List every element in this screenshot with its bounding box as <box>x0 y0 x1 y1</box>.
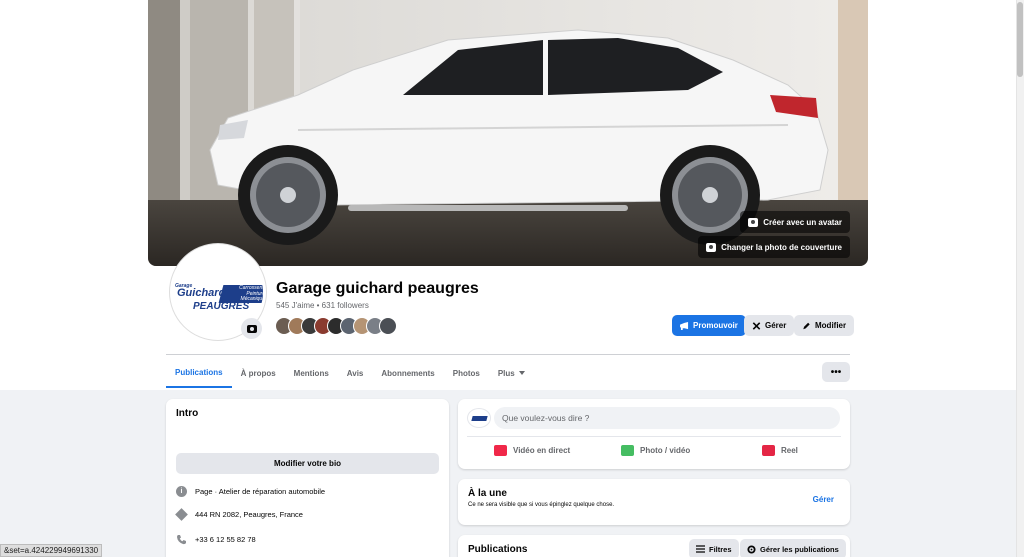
filters-button[interactable]: Filtres <box>689 539 739 557</box>
page-title: Garage guichard peaugres <box>276 280 479 297</box>
logo-guichard-text: Guichard <box>177 287 226 299</box>
featured-manage-link[interactable]: Gérer <box>813 495 834 504</box>
more-options-button[interactable]: ••• <box>822 362 850 382</box>
photo-video-label: Photo / vidéo <box>640 446 691 455</box>
featured-subtitle: Ce ne sera visible que si vous épinglez … <box>468 502 615 508</box>
intro-card: Intro Modifier votre bio i Page · Atelie… <box>166 399 449 557</box>
megaphone-icon <box>680 321 689 330</box>
publications-title: Publications <box>468 544 528 555</box>
intro-phone: +33 6 12 55 82 78 <box>195 535 256 544</box>
caret-down-icon <box>518 371 525 375</box>
follower-avatars[interactable] <box>275 317 397 337</box>
change-cover-label: Changer la photo de couverture <box>721 242 842 252</box>
create-avatar-button[interactable]: Créer avec un avatar <box>740 211 850 233</box>
scrollbar[interactable] <box>1016 0 1024 557</box>
intro-category-row: i Page · Atelier de réparation automobil… <box>176 486 325 497</box>
garage-logo: Carrosserie Peinture Mécanique Garage Gu… <box>175 283 263 313</box>
logo-town-text: PEAUGRES <box>193 301 250 312</box>
composer-avatar <box>467 408 491 428</box>
page-stats[interactable]: 545 J'aime • 631 followers <box>276 301 369 310</box>
filters-label: Filtres <box>709 544 732 554</box>
reel-label: Reel <box>781 446 798 455</box>
intro-category: Page · Atelier de réparation automobile <box>195 487 326 496</box>
manage-posts-label: Gérer les publications <box>760 544 839 554</box>
live-video-label: Vidéo en direct <box>513 446 571 455</box>
change-cover-button[interactable]: Changer la photo de couverture <box>698 236 850 258</box>
photo-icon <box>621 445 634 456</box>
tab-more-label: Plus <box>497 368 515 378</box>
tab-mentions[interactable]: Mentions <box>285 358 338 388</box>
pencil-icon <box>803 322 810 329</box>
featured-card: À la une Ce ne sera visible que si vous … <box>458 479 850 525</box>
camera-icon <box>706 242 717 252</box>
phone-icon <box>177 535 186 545</box>
info-icon: i <box>176 486 187 497</box>
tab-reviews[interactable]: Avis <box>338 358 373 388</box>
change-profile-photo-button[interactable] <box>241 318 262 339</box>
composer-divider <box>467 436 841 437</box>
manage-label: Gérer <box>765 321 787 330</box>
tab-photos[interactable]: Photos <box>444 358 489 388</box>
avatar-icon <box>748 217 759 227</box>
manage-button[interactable]: Gérer <box>744 315 795 336</box>
camera-icon <box>246 324 257 333</box>
post-input[interactable]: Que voulez-vous dire ? <box>494 407 840 429</box>
intro-title: Intro <box>176 408 199 419</box>
promote-label: Promouvoir <box>693 321 738 330</box>
tab-about[interactable]: À propos <box>232 358 285 388</box>
cover-photo[interactable]: Créer avec un avatar Changer la photo de… <box>148 0 868 266</box>
edit-label: Modifier <box>815 321 847 330</box>
tools-icon <box>752 321 761 330</box>
edit-button[interactable]: Modifier <box>794 315 855 336</box>
intro-address-row: 444 RN 2082, Peaugres, France <box>175 508 303 521</box>
create-avatar-label: Créer avec un avatar <box>763 217 842 227</box>
tab-more[interactable]: Plus <box>489 358 534 388</box>
post-composer: Que voulez-vous dire ? Vidéo en direct P… <box>458 399 850 469</box>
header-divider <box>166 354 850 355</box>
scrollbar-thumb[interactable] <box>1017 2 1023 77</box>
follower-avatar[interactable] <box>379 317 397 335</box>
photo-video-button[interactable]: Photo / vidéo <box>621 445 690 456</box>
edit-bio-button[interactable]: Modifier votre bio <box>176 453 439 474</box>
directions-icon <box>175 508 188 521</box>
page-tabs: Publications À propos Mentions Avis Abon… <box>166 358 534 388</box>
live-video-icon <box>494 445 507 456</box>
intro-address: 444 RN 2082, Peaugres, France <box>195 510 303 519</box>
publications-card: Publications Filtres Gérer les publicati… <box>458 535 850 557</box>
tab-subscriptions[interactable]: Abonnements <box>372 358 443 388</box>
status-bar-url: &set=a.424229949691330 <box>0 544 103 557</box>
reel-icon <box>762 445 775 456</box>
intro-phone-row: +33 6 12 55 82 78 <box>176 534 256 545</box>
reel-button[interactable]: Reel <box>762 445 798 456</box>
live-video-button[interactable]: Vidéo en direct <box>494 445 570 456</box>
promote-button[interactable]: Promouvoir <box>672 315 746 336</box>
manage-posts-button[interactable]: Gérer les publications <box>740 539 846 557</box>
filter-icon <box>696 545 705 553</box>
tab-publications[interactable]: Publications <box>166 358 232 388</box>
featured-title: À la une <box>468 488 507 499</box>
gear-icon <box>747 544 756 554</box>
